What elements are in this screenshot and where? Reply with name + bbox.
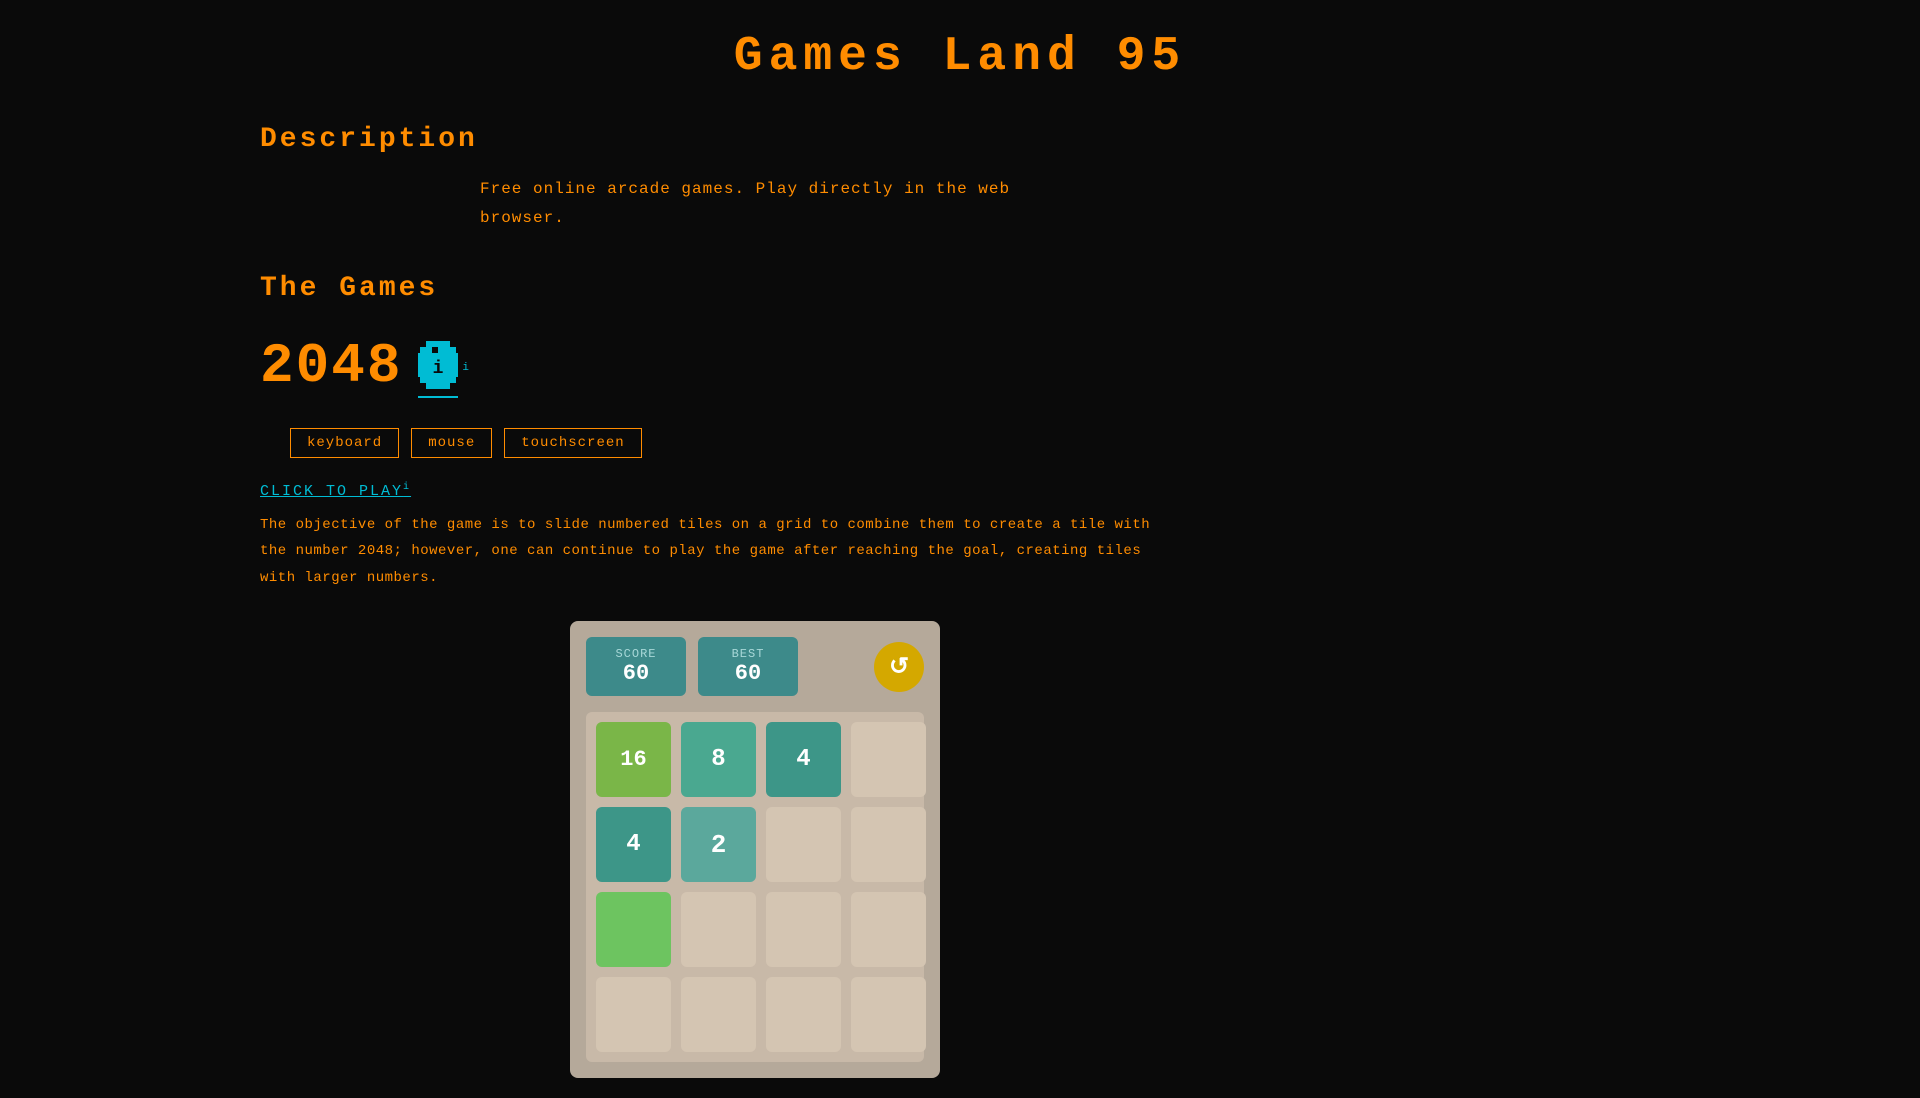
score-label: SCORE [606,647,666,661]
tile-empty [766,892,841,967]
svg-text:i: i [433,359,444,379]
desc-line2: the number 2048; however, one can contin… [260,543,1141,559]
click-sup: i [403,482,411,493]
tile-empty [681,977,756,1052]
click-to-play-anchor[interactable]: CLICK TO PLAYi [260,482,411,500]
games-heading: The Games [260,273,1260,304]
tag-touchscreen: touchscreen [504,428,641,458]
restart-icon: ↺ [889,652,909,682]
tile-empty [851,977,926,1052]
game-preview: SCORE 60 BEST 60 ↺ 1684 42 [570,621,940,1078]
tile-empty [681,892,756,967]
tags-row: keyboard mouse touchscreen [290,428,1260,458]
description-line2: browser. [480,209,565,227]
game-header: SCORE 60 BEST 60 ↺ [586,637,924,696]
icon-sup: i [462,362,469,374]
tile-empty [596,892,671,967]
click-to-play-link[interactable]: CLICK TO PLAYi [260,482,1260,512]
game-title-row: 2048 i i [260,334,1260,398]
score-box: SCORE 60 [586,637,686,696]
game-title: 2048 [260,334,402,398]
tile-16: 16 [596,722,671,797]
score-value: 60 [606,661,666,686]
tile-4: 4 [766,722,841,797]
description-text: Free online arcade games. Play directly … [480,175,1260,233]
tile-empty [596,977,671,1052]
desc-line3: with larger numbers. [260,570,438,586]
tile-4: 4 [596,807,671,882]
game-description: The objective of the game is to slide nu… [260,512,1240,592]
tile-empty [766,807,841,882]
best-box: BEST 60 [698,637,798,696]
tile-empty [851,722,926,797]
description-line1: Free online arcade games. Play directly … [480,180,1010,198]
tag-mouse: mouse [411,428,492,458]
tile-empty [851,892,926,967]
tile-empty [766,977,841,1052]
click-to-play-text: CLICK TO PLAY [260,483,403,500]
site-title: Games Land 95 [0,30,1920,84]
desc-line1: The objective of the game is to slide nu… [260,517,1150,533]
best-label: BEST [718,647,778,661]
tile-8: 8 [681,722,756,797]
tile-empty [851,807,926,882]
restart-button[interactable]: ↺ [874,642,924,692]
description-heading: Description [260,124,1260,155]
best-value: 60 [718,661,778,686]
game-grid: 1684 42 [586,712,924,1062]
pixel-game-icon: i [418,341,458,389]
game-icon-wrapper: i i [418,341,469,394]
tag-keyboard: keyboard [290,428,399,458]
tile-2: 2 [681,807,756,882]
